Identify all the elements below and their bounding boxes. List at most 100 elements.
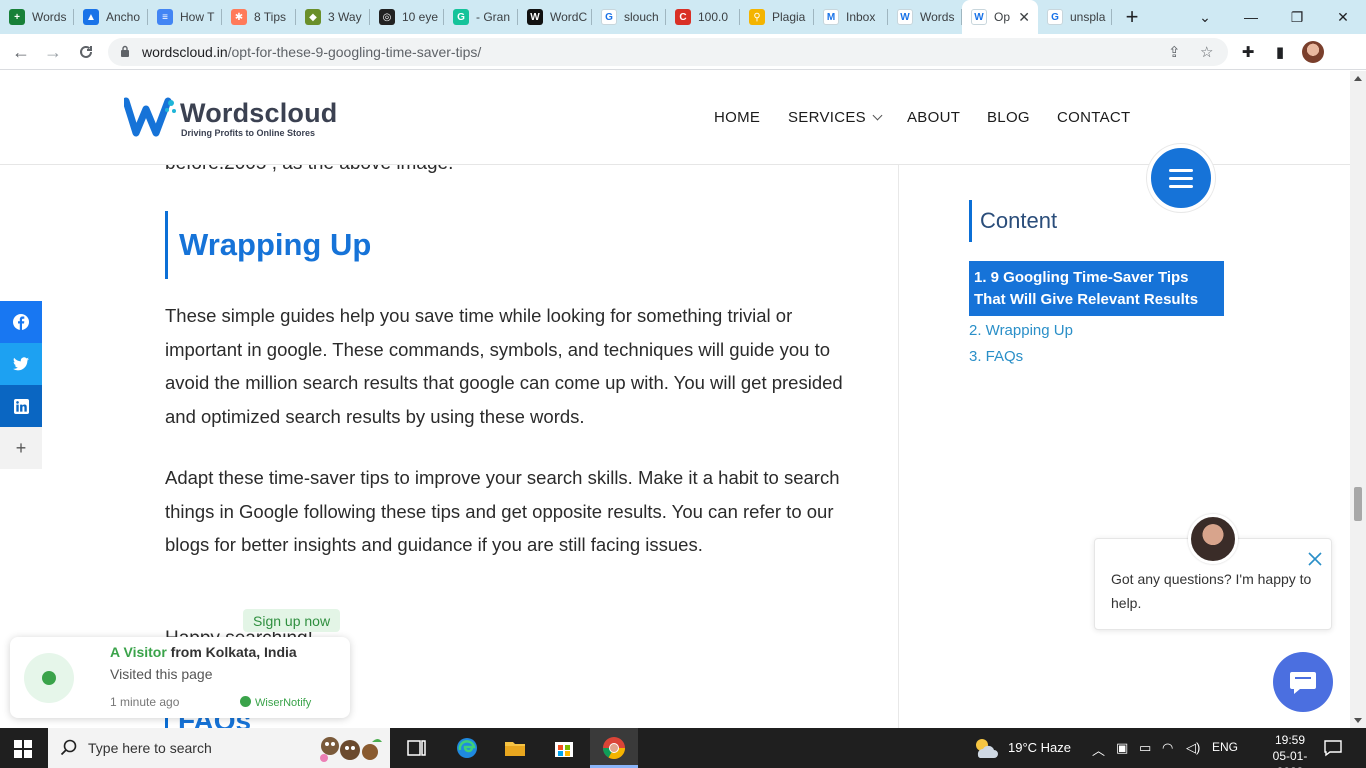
volume-icon[interactable]: ◁) bbox=[1186, 740, 1200, 756]
tab-favicon-icon: C bbox=[675, 9, 691, 25]
browser-tab[interactable]: Gunspla bbox=[1038, 0, 1112, 34]
browser-tab[interactable]: G - Gran bbox=[444, 0, 518, 34]
tab-separator bbox=[1111, 9, 1112, 25]
toc-item-3[interactable]: 3. FAQs bbox=[969, 348, 1023, 365]
restore-icon[interactable]: ❐ bbox=[1274, 0, 1320, 34]
taskbar-search[interactable]: Type here to search bbox=[48, 728, 390, 768]
meet-now-icon[interactable]: ▣ bbox=[1116, 740, 1128, 756]
clock-date: 05-01-2023 bbox=[1272, 749, 1308, 768]
hamburger-icon bbox=[1169, 168, 1193, 172]
wifi-icon[interactable]: ◠ bbox=[1162, 740, 1173, 756]
browser-tab[interactable]: M Inbox bbox=[814, 0, 888, 34]
hamburger-icon-bar bbox=[1169, 184, 1193, 188]
site-logo[interactable]: Wordscloud Driving Profits to Online Sto… bbox=[124, 95, 337, 141]
visitor-notification[interactable]: A Visitor from Kolkata, India Visited th… bbox=[10, 637, 350, 718]
toc-item-2[interactable]: 2. Wrapping Up bbox=[969, 322, 1073, 339]
browser-tab[interactable]: ≡ How T bbox=[148, 0, 222, 34]
browser-tab[interactable]: ◆ 3 Way bbox=[296, 0, 370, 34]
chat-launcher-button[interactable] bbox=[1273, 652, 1333, 712]
chrome-taskbar-button[interactable] bbox=[590, 728, 638, 768]
profile-avatar[interactable] bbox=[1302, 41, 1324, 63]
page-scrollbar[interactable] bbox=[1350, 71, 1366, 728]
forward-button[interactable]: → bbox=[41, 40, 65, 64]
tab-title: Ancho bbox=[106, 10, 141, 24]
notifications-icon[interactable] bbox=[1324, 739, 1342, 757]
plus-icon: + bbox=[15, 437, 27, 458]
close-icon[interactable] bbox=[1307, 551, 1323, 567]
browser-tab[interactable]: W Words bbox=[888, 0, 962, 34]
tab-favicon-icon: + bbox=[9, 9, 25, 25]
reload-button[interactable] bbox=[74, 40, 98, 64]
scroll-up-icon[interactable] bbox=[1354, 76, 1362, 81]
notification-action: Visited this page bbox=[110, 666, 213, 682]
new-tab-button[interactable]: + bbox=[1112, 0, 1152, 34]
browser-tab[interactable]: ▲ Ancho bbox=[74, 0, 148, 34]
address-bar[interactable]: wordscloud.in/opt-for-these-9-googling-t… bbox=[108, 38, 1228, 66]
side-panel-icon[interactable]: ▮ bbox=[1270, 42, 1290, 62]
nav-services-label: SERVICES bbox=[788, 109, 866, 126]
share-page-icon[interactable]: ⇪ bbox=[1168, 43, 1181, 61]
share-more-button[interactable]: + bbox=[0, 427, 42, 469]
screen: + Words ▲ Ancho ≡ How T ✱ 8 Tips ◆ 3 Way ◎ 10 eye G -… bbox=[0, 0, 1366, 768]
tab-favicon-icon: W bbox=[527, 9, 543, 25]
scrollbar-thumb[interactable] bbox=[1354, 487, 1362, 521]
browser-tab[interactable]: ◎ 10 eye bbox=[370, 0, 444, 34]
nav-services[interactable]: SERVICES bbox=[788, 109, 883, 126]
task-view-icon[interactable] bbox=[405, 736, 429, 760]
nav-home[interactable]: HOME bbox=[714, 109, 760, 126]
reload-icon bbox=[80, 45, 92, 58]
lock-icon bbox=[121, 45, 129, 57]
close-window-icon[interactable]: ✕ bbox=[1320, 0, 1366, 34]
share-linkedin-button[interactable] bbox=[0, 385, 42, 427]
tab-title: 8 Tips bbox=[254, 10, 287, 24]
store-icon[interactable] bbox=[552, 736, 576, 760]
back-button[interactable]: ← bbox=[9, 40, 33, 64]
tab-favicon-icon: W bbox=[897, 9, 913, 25]
share-twitter-button[interactable] bbox=[0, 343, 42, 385]
browser-tab[interactable]: + Words bbox=[0, 0, 74, 34]
tab-title: Words bbox=[920, 10, 955, 24]
tab-search-icon[interactable]: ⌄ bbox=[1182, 0, 1228, 34]
tab-favicon-icon: G bbox=[453, 9, 469, 25]
page-viewport: before.2005 , as the above image. Wordsc… bbox=[0, 71, 1350, 728]
browser-tab[interactable]: W WordC bbox=[518, 0, 592, 34]
twitter-icon bbox=[13, 357, 29, 371]
weather-text[interactable]: 19°C Haze bbox=[1008, 740, 1071, 755]
tab-title: Plagia bbox=[772, 10, 806, 24]
minimize-icon[interactable]: — bbox=[1228, 0, 1274, 34]
nav-contact[interactable]: CONTACT bbox=[1057, 109, 1130, 126]
toc-item-1[interactable]: 1. 9 Googling Time-Saver Tips That Will … bbox=[969, 261, 1224, 316]
close-tab-icon[interactable]: ✕ bbox=[1018, 9, 1030, 26]
scroll-down-icon[interactable] bbox=[1354, 718, 1362, 723]
bookmark-star-icon[interactable]: ☆ bbox=[1200, 43, 1213, 61]
tab-favicon-icon: ⚲ bbox=[749, 9, 765, 25]
linkedin-icon bbox=[13, 398, 29, 414]
logo-name: Wordscloud bbox=[180, 98, 338, 128]
signup-button[interactable]: Sign up now bbox=[243, 609, 341, 632]
browser-tab[interactable]: Gslouch bbox=[592, 0, 666, 34]
taskbar-clock[interactable]: 19:59 05-01-2023 bbox=[1260, 732, 1320, 768]
weather-icon[interactable] bbox=[972, 737, 1002, 759]
tab-favicon-icon: G bbox=[1047, 9, 1063, 25]
chevron-down-icon bbox=[872, 110, 883, 121]
browser-tab[interactable]: C 100.0 bbox=[666, 0, 740, 34]
browser-tab-active[interactable]: W Op ✕ bbox=[962, 0, 1038, 34]
file-explorer-icon[interactable] bbox=[503, 736, 527, 760]
battery-icon[interactable]: ▭ bbox=[1139, 740, 1151, 756]
share-facebook-button[interactable] bbox=[0, 301, 42, 343]
extensions-icon[interactable]: ✚ bbox=[1238, 42, 1258, 62]
browser-tab[interactable]: ⚲ Plagia bbox=[740, 0, 814, 34]
tray-chevron-icon[interactable]: ︿ bbox=[1092, 740, 1105, 759]
tab-favicon-icon: ▲ bbox=[83, 9, 99, 25]
browser-toolbar: ← → wordscloud.in/opt-for-these-9-googli… bbox=[0, 34, 1366, 70]
hamburger-icon-bar bbox=[1169, 176, 1193, 180]
toc-menu-button[interactable] bbox=[1147, 144, 1215, 212]
nav-blog[interactable]: BLOG bbox=[987, 109, 1030, 126]
language-indicator[interactable]: ENG bbox=[1212, 740, 1238, 754]
browser-tab[interactable]: ✱ 8 Tips bbox=[222, 0, 296, 34]
nav-about[interactable]: ABOUT bbox=[907, 109, 960, 126]
windows-start-icon[interactable] bbox=[14, 740, 32, 758]
search-placeholder: Type here to search bbox=[88, 740, 212, 756]
tab-title: slouch bbox=[624, 10, 659, 24]
edge-icon[interactable] bbox=[455, 736, 479, 760]
